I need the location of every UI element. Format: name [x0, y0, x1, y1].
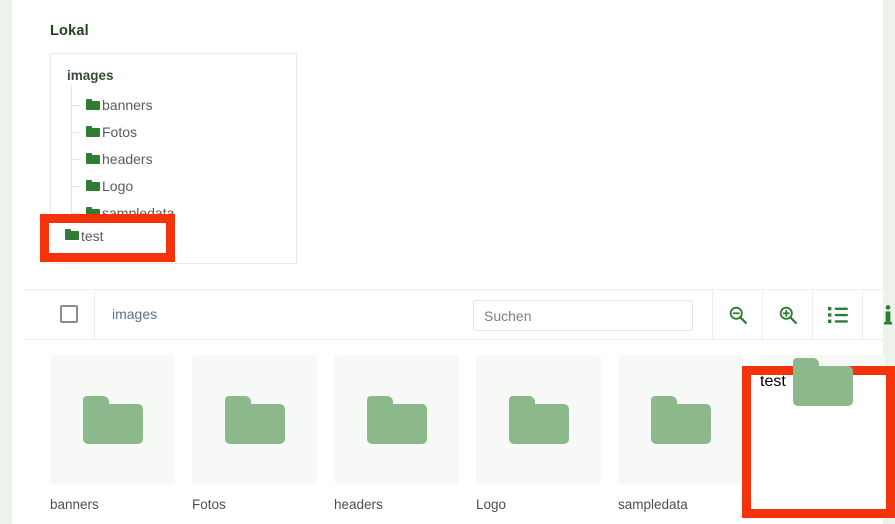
annotated-tree-item-label: test	[81, 227, 104, 244]
folder-tile-label: Fotos	[192, 497, 226, 512]
folder-tile-sampledata[interactable]: sampledata	[618, 355, 743, 512]
folder-thumbnail	[476, 355, 601, 484]
tree-item-banners[interactable]: banners	[67, 85, 174, 119]
tree-item-label: headers	[102, 151, 153, 168]
magnifier-minus-icon	[729, 306, 747, 324]
folder-thumbnail	[618, 355, 743, 484]
magnifier-plus-icon	[779, 306, 797, 324]
folder-icon	[792, 358, 853, 406]
tree-root-label: images	[67, 68, 114, 83]
tree-item-label: banners	[102, 97, 153, 114]
search-input[interactable]	[473, 300, 693, 331]
select-all-cell[interactable]	[45, 290, 95, 339]
folder-tile-label: headers	[334, 497, 383, 512]
folder-tile-headers[interactable]: headers	[334, 355, 459, 512]
folder-tile-fotos[interactable]: Fotos	[192, 355, 317, 512]
search-wrapper	[473, 300, 693, 331]
folder-thumbnail	[50, 355, 175, 484]
list-icon	[827, 306, 848, 323]
folder-tile-banners[interactable]: banners	[50, 355, 175, 512]
zoom-out-button[interactable]	[712, 290, 762, 339]
file-toolbar: images	[24, 289, 895, 340]
file-manager-screen: Lokal images banners Fotos headers Logo	[0, 0, 895, 524]
folder-tile-logo[interactable]: Logo	[476, 355, 601, 512]
info-icon	[883, 304, 892, 324]
folder-icon	[650, 395, 711, 444]
folder-tile-label: banners	[50, 497, 99, 512]
zoom-in-button[interactable]	[762, 290, 812, 339]
breadcrumb[interactable]: images	[112, 290, 157, 339]
folder-thumbnail	[334, 355, 459, 484]
tree-item-logo[interactable]: Logo	[67, 166, 174, 200]
folder-thumbnail	[192, 355, 317, 484]
folder-icon	[65, 229, 79, 241]
tree-item-label: Fotos	[102, 124, 138, 141]
folder-icon	[86, 99, 100, 111]
content-panel: Lokal images banners Fotos headers Logo	[12, 0, 895, 524]
list-view-button[interactable]	[812, 290, 862, 339]
folder-icon	[82, 395, 143, 444]
annotation-box-tree: test	[40, 214, 175, 262]
page-title: Lokal	[50, 23, 89, 39]
folder-icon	[508, 395, 569, 444]
info-button[interactable]	[862, 290, 895, 339]
tree-item-headers[interactable]: headers	[67, 139, 174, 173]
folder-icon	[86, 153, 100, 165]
folder-tile-label: sampledata	[618, 497, 688, 512]
select-all-checkbox[interactable]	[60, 305, 78, 323]
folder-tile-label: Logo	[476, 497, 507, 512]
folder-icon	[86, 180, 100, 192]
tree-item-fotos[interactable]: Fotos	[67, 112, 174, 146]
folder-icon	[86, 126, 100, 138]
tree-item-label: Logo	[102, 178, 134, 195]
folder-icon	[224, 395, 285, 444]
annotation-box-tile: test	[742, 358, 895, 518]
folder-icon	[366, 395, 427, 444]
